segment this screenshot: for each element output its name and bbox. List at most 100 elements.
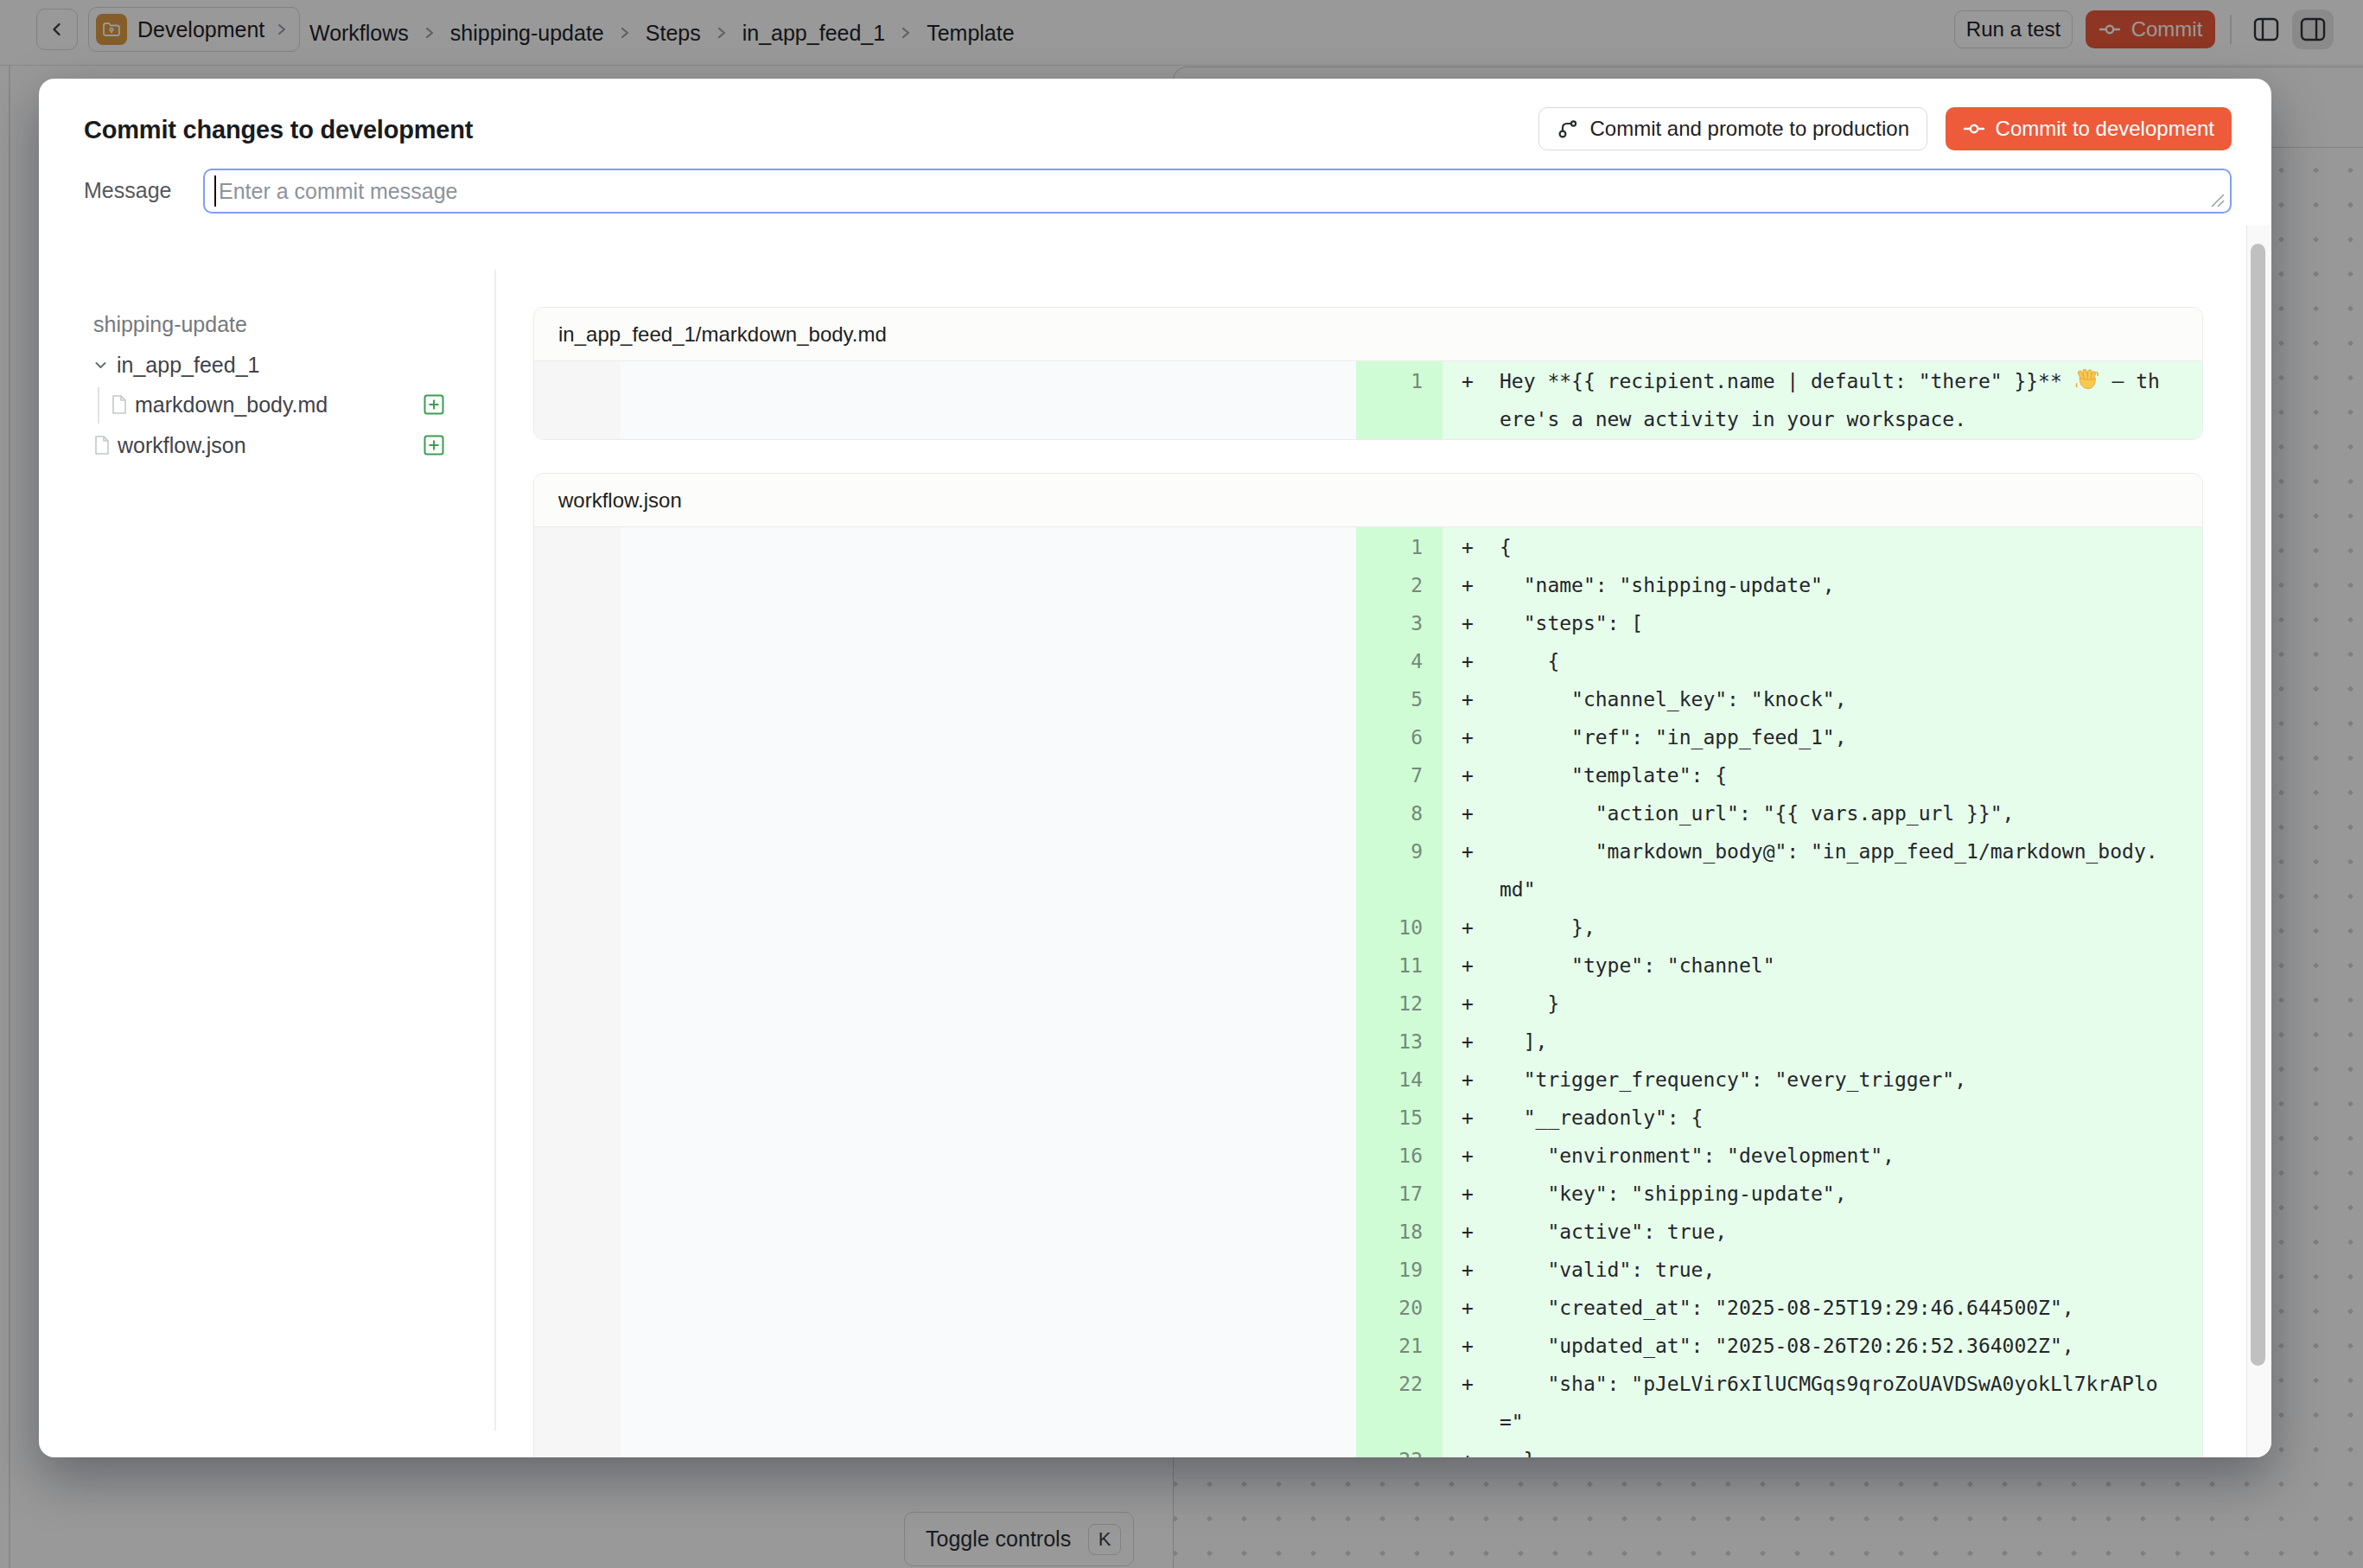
- diff-old-side: [621, 361, 1356, 439]
- diff-line: 20+ "created_at": "2025-08-25T19:29:46.6…: [1356, 1289, 2203, 1327]
- diff-line: 16+ "environment": "development",: [1356, 1137, 2203, 1175]
- diff-line: 4+ {: [1356, 642, 2203, 680]
- diff-code: + "template": {: [1443, 756, 2202, 794]
- line-number: 22: [1356, 1365, 1443, 1441]
- diff-code: + "key": "shipping-update",: [1443, 1175, 2202, 1213]
- diff-line: 1+Hey **{{ recipient.name | default: "th…: [1356, 362, 2203, 438]
- diff-line: 23+ }: [1356, 1441, 2203, 1457]
- line-number: 8: [1356, 794, 1443, 832]
- tree-item-workflow-root[interactable]: shipping-update: [93, 304, 247, 344]
- modal-scrollbar[interactable]: [2246, 226, 2271, 1457]
- line-number: 14: [1356, 1061, 1443, 1099]
- diff-code: + "trigger_frequency": "every_trigger",: [1443, 1061, 2202, 1099]
- diff-line: 19+ "valid": true,: [1356, 1251, 2203, 1289]
- diff-code: + ],: [1443, 1023, 2202, 1061]
- commit-icon: [1963, 118, 1985, 140]
- chevron-down-icon: [93, 358, 108, 373]
- line-number: 2: [1356, 566, 1443, 604]
- diff-code: + "action_url": "{{ vars.app_url }}",: [1443, 794, 2202, 832]
- resize-grip-icon: [2207, 190, 2226, 209]
- waving-hand-emoji: [2074, 367, 2100, 393]
- line-number: 9: [1356, 832, 1443, 908]
- diff-code: + "ref": "in_app_feed_1",: [1443, 718, 2202, 756]
- text-cursor: [214, 175, 216, 207]
- diff-gutter: [534, 361, 621, 439]
- line-number: 21: [1356, 1327, 1443, 1365]
- diff-old-side: [621, 527, 1356, 1457]
- promote-icon: [1557, 118, 1579, 140]
- diff-code: + "sha": "pJeLVir6xIlUCMGqs9qroZoUAVDSwA…: [1443, 1365, 2202, 1441]
- line-number: 4: [1356, 642, 1443, 680]
- diff-code: + "channel_key": "knock",: [1443, 680, 2202, 718]
- diff-line: 5+ "channel_key": "knock",: [1356, 680, 2203, 718]
- scrollbar-thumb[interactable]: [2251, 244, 2265, 1366]
- line-number: 13: [1356, 1023, 1443, 1061]
- diff-line: 11+ "type": "channel": [1356, 947, 2203, 985]
- diff-card: in_app_feed_1/markdown_body.md1+Hey **{{…: [533, 307, 2203, 440]
- added-file-icon: [424, 435, 444, 456]
- diff-line: 21+ "updated_at": "2025-08-26T20:26:52.3…: [1356, 1327, 2203, 1365]
- modal-actions: Commit and promote to production Commit …: [39, 107, 2232, 150]
- diff-code: + "name": "shipping-update",: [1443, 566, 2202, 604]
- diff-gutter: [534, 527, 621, 1457]
- diff-line: 15+ "__readonly": {: [1356, 1099, 2203, 1137]
- added-file-icon: [424, 394, 444, 415]
- line-number: 3: [1356, 604, 1443, 642]
- diff-line: 6+ "ref": "in_app_feed_1",: [1356, 718, 2203, 756]
- diff-code: + }: [1443, 985, 2202, 1023]
- file-icon: [111, 394, 128, 415]
- line-number: 1: [1356, 528, 1443, 566]
- message-label: Message: [84, 178, 171, 203]
- commit-modal: Commit changes to development Commit and…: [39, 79, 2271, 1457]
- diff-card: workflow.json1+{2+ "name": "shipping-upd…: [533, 473, 2203, 1457]
- commit-message-input[interactable]: [203, 169, 2232, 214]
- diff-code: + "environment": "development",: [1443, 1137, 2202, 1175]
- diff-code: + "updated_at": "2025-08-26T20:26:52.364…: [1443, 1327, 2202, 1365]
- line-number: 12: [1356, 985, 1443, 1023]
- line-number: 10: [1356, 908, 1443, 947]
- commit-and-promote-button[interactable]: Commit and promote to production: [1538, 107, 1927, 150]
- line-number: 15: [1356, 1099, 1443, 1137]
- tree-indent-guide: [98, 387, 99, 424]
- diff-line: 3+ "steps": [: [1356, 604, 2203, 642]
- line-number: 18: [1356, 1213, 1443, 1251]
- diff-code: + "created_at": "2025-08-25T19:29:46.644…: [1443, 1289, 2202, 1327]
- diff-code: + {: [1443, 642, 2202, 680]
- line-number: 11: [1356, 947, 1443, 985]
- tree-item-workflow-json[interactable]: workflow.json: [93, 425, 246, 465]
- file-icon: [93, 435, 111, 456]
- diff-code: + "markdown_body@": "in_app_feed_1/markd…: [1443, 832, 2202, 908]
- line-number: 6: [1356, 718, 1443, 756]
- diff-line: 1+{: [1356, 528, 2203, 566]
- diff-line: 7+ "template": {: [1356, 756, 2203, 794]
- line-number: 16: [1356, 1137, 1443, 1175]
- tree-item-step-folder[interactable]: in_app_feed_1: [93, 345, 259, 385]
- line-number: 7: [1356, 756, 1443, 794]
- diff-line: 18+ "active": true,: [1356, 1213, 2203, 1251]
- diff-file-name: workflow.json: [534, 474, 2202, 527]
- diff-line: 22+ "sha": "pJeLVir6xIlUCMGqs9qroZoUAVDS…: [1356, 1365, 2203, 1441]
- diff-code: +Hey **{{ recipient.name | default: "the…: [1443, 362, 2202, 438]
- diff-line: 13+ ],: [1356, 1023, 2203, 1061]
- tree-item-markdown-body[interactable]: markdown_body.md: [111, 385, 328, 424]
- diff-line: 2+ "name": "shipping-update",: [1356, 566, 2203, 604]
- line-number: 19: [1356, 1251, 1443, 1289]
- commit-to-development-button[interactable]: Commit to development: [1946, 107, 2232, 150]
- line-number: 17: [1356, 1175, 1443, 1213]
- diff-code: + "steps": [: [1443, 604, 2202, 642]
- line-number: 1: [1356, 362, 1443, 438]
- sidebar-divider: [494, 270, 496, 1431]
- line-number: 5: [1356, 680, 1443, 718]
- diff-code: + "__readonly": {: [1443, 1099, 2202, 1137]
- diff-code: + },: [1443, 908, 2202, 947]
- diff-line: 14+ "trigger_frequency": "every_trigger"…: [1356, 1061, 2203, 1099]
- diff-line: 9+ "markdown_body@": "in_app_feed_1/mark…: [1356, 832, 2203, 908]
- diff-line: 10+ },: [1356, 908, 2203, 947]
- diff-line: 12+ }: [1356, 985, 2203, 1023]
- diff-code: + "type": "channel": [1443, 947, 2202, 985]
- diff-body: 1+{2+ "name": "shipping-update",3+ "step…: [534, 527, 2202, 1457]
- diff-code: + "valid": true,: [1443, 1251, 2202, 1289]
- line-number: 20: [1356, 1289, 1443, 1327]
- diff-code: + "active": true,: [1443, 1213, 2202, 1251]
- diff-line: 8+ "action_url": "{{ vars.app_url }}",: [1356, 794, 2203, 832]
